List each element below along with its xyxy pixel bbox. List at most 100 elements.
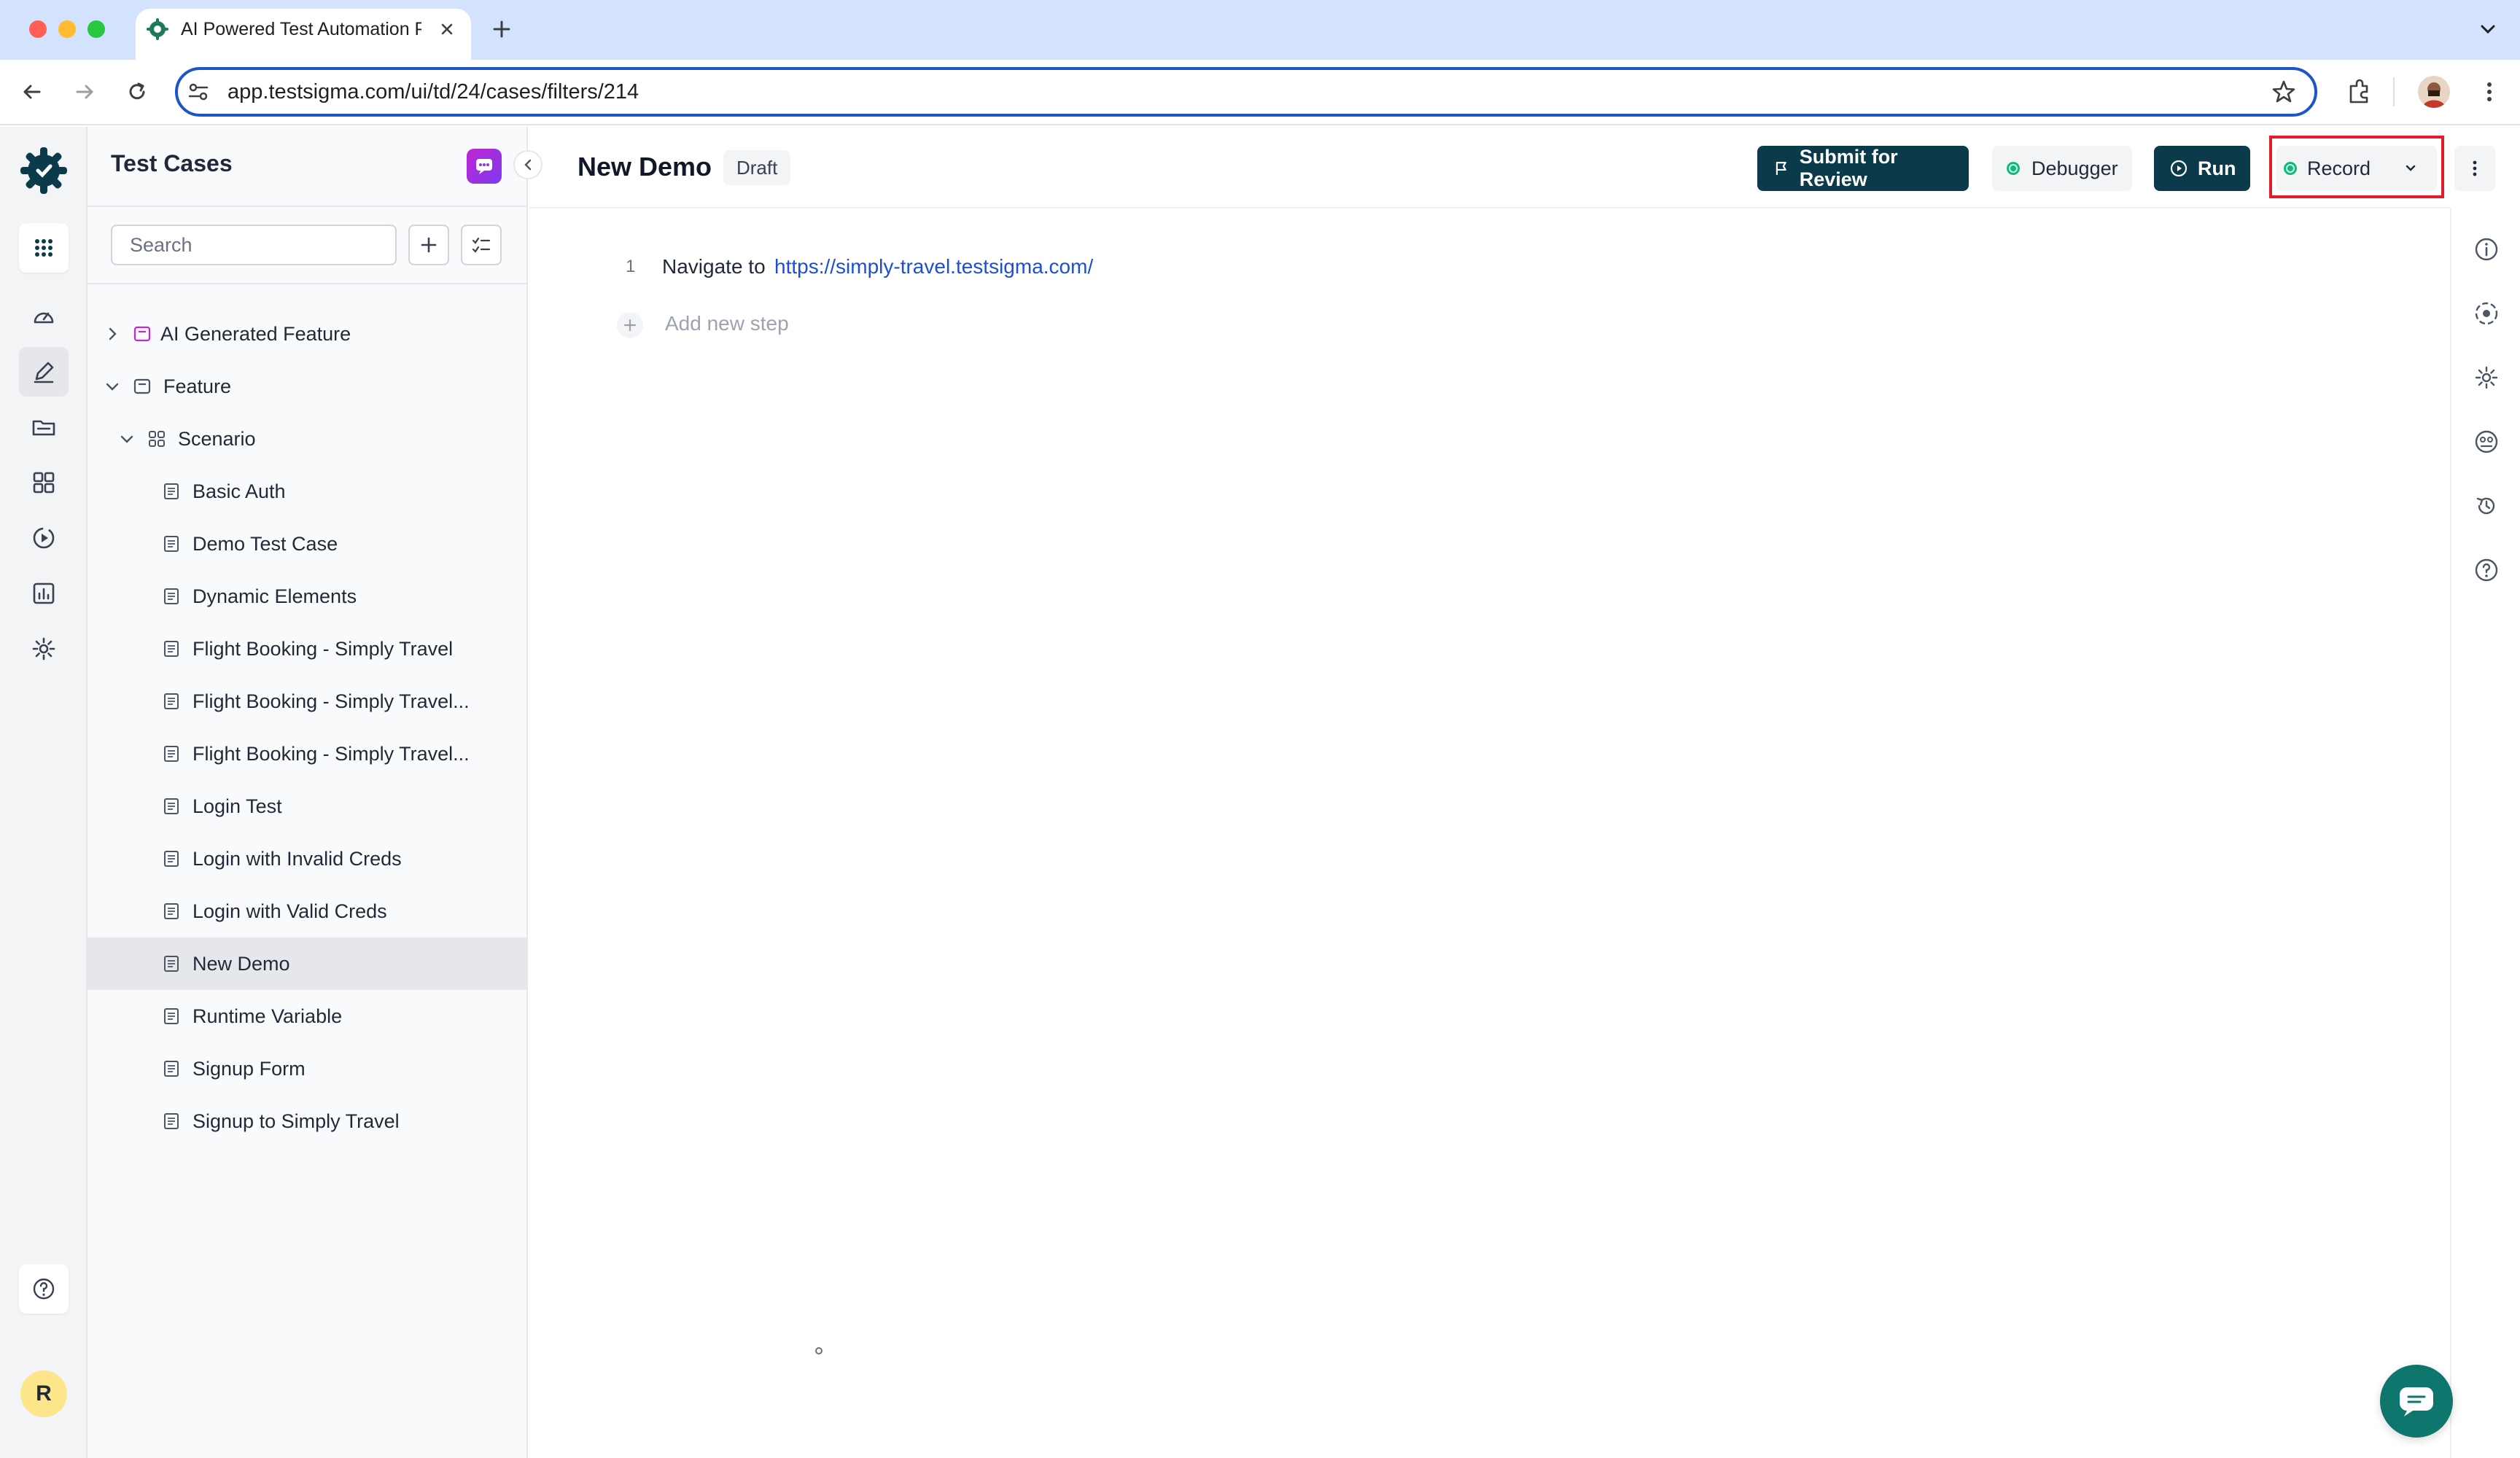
bookmark-star-icon[interactable]: [2269, 77, 2298, 106]
record-label: Record: [2307, 157, 2371, 179]
chevron-down-icon[interactable]: [118, 430, 136, 448]
tree-item-scenario[interactable]: Scenario: [88, 413, 526, 465]
more-options-button[interactable]: [2454, 146, 2495, 191]
test-case-label: Flight Booking - Simply Travel...: [192, 742, 470, 765]
mouse-cursor-indicator: [815, 1347, 822, 1354]
close-tab-icon[interactable]: [436, 18, 458, 40]
panel-title: Test Cases: [111, 150, 233, 176]
history-icon[interactable]: [2473, 493, 2500, 519]
test-case-icon: [164, 851, 179, 867]
apps-grid-icon[interactable]: [19, 223, 69, 273]
url-text: app.testsigma.com/ui/td/24/cases/filters…: [228, 80, 639, 104]
bulk-select-button[interactable]: [461, 225, 502, 265]
test-case-item[interactable]: Login with Valid Creds: [88, 885, 526, 937]
test-case-icon: [164, 693, 179, 709]
test-case-icon: [164, 956, 179, 972]
test-case-item[interactable]: Flight Booking - Simply Travel...: [88, 675, 526, 728]
help-icon[interactable]: [19, 1264, 69, 1314]
dashboard-icon[interactable]: [19, 292, 69, 341]
chevron-down-icon[interactable]: [104, 378, 121, 395]
forward-arrow-icon[interactable]: [70, 77, 99, 106]
test-case-item[interactable]: Signup Form: [88, 1042, 526, 1095]
test-case-icon: [164, 641, 179, 657]
testsigma-logo-icon[interactable]: [19, 146, 69, 195]
test-case-item[interactable]: Flight Booking - Simply Travel: [88, 623, 526, 675]
chat-bubble-icon: [2400, 1387, 2433, 1416]
tree-item-ai-generated-feature[interactable]: AI Generated Feature: [88, 308, 526, 360]
add-step-plus-icon[interactable]: [617, 312, 643, 338]
test-case-title: New Demo: [578, 152, 712, 182]
test-case-icon: [164, 746, 179, 762]
ai-feature-icon: [133, 326, 151, 342]
test-case-item[interactable]: Login with Invalid Creds: [88, 833, 526, 885]
test-case-label: Login Test: [192, 795, 282, 817]
profile-avatar[interactable]: [2418, 76, 2450, 108]
test-development-icon[interactable]: [19, 347, 69, 397]
chevron-right-icon[interactable]: [104, 325, 121, 343]
step-action[interactable]: Navigate to: [662, 255, 766, 278]
user-avatar[interactable]: R: [20, 1371, 67, 1417]
tree-item-feature[interactable]: Feature: [88, 360, 526, 413]
testsigma-favicon-icon: [146, 17, 169, 41]
test-case-item-selected[interactable]: New Demo: [88, 937, 526, 990]
test-case-item[interactable]: Basic Auth: [88, 465, 526, 518]
new-tab-icon[interactable]: [489, 16, 515, 42]
test-data-icon[interactable]: [2473, 429, 2500, 455]
dry-run-icon[interactable]: [2473, 300, 2500, 327]
modules-icon[interactable]: [19, 458, 69, 507]
debugger-button[interactable]: Debugger: [1992, 146, 2132, 191]
run-results-icon[interactable]: [19, 513, 69, 563]
test-case-item[interactable]: Dynamic Elements: [88, 570, 526, 623]
back-arrow-icon[interactable]: [18, 77, 47, 106]
scenario-icon: [149, 431, 165, 447]
test-case-icon: [164, 1113, 179, 1129]
step-target-url[interactable]: https://simply-travel.testsigma.com/: [774, 255, 1093, 278]
tree-item-label: Feature: [163, 375, 232, 397]
extensions-icon[interactable]: [2344, 76, 2376, 108]
toolbar-separator: [2393, 77, 2395, 106]
submit-for-review-label: Submit for Review: [1799, 146, 1898, 190]
test-case-icon: [164, 1061, 179, 1077]
test-case-label: Flight Booking - Simply Travel: [192, 637, 454, 660]
test-case-icon: [164, 903, 179, 919]
tree-item-label: Scenario: [178, 427, 256, 450]
tab-search-chevron-icon[interactable]: [2475, 16, 2501, 42]
settings-gear-icon[interactable]: [19, 624, 69, 674]
run-button[interactable]: Run: [2154, 146, 2250, 191]
help-icon[interactable]: [2473, 557, 2500, 583]
test-case-item[interactable]: Login Test: [88, 780, 526, 833]
test-case-label: Login with Invalid Creds: [192, 847, 402, 870]
kebab-menu-icon: [2473, 160, 2477, 176]
settings-gear-icon[interactable]: [2473, 364, 2500, 391]
chevron-down-icon[interactable]: [2403, 160, 2419, 176]
search-input[interactable]: [111, 225, 397, 265]
test-case-icon: [164, 483, 179, 499]
test-case-label: Dynamic Elements: [192, 585, 357, 607]
chat-support-button[interactable]: [2380, 1365, 2453, 1438]
status-badge: Draft: [723, 150, 791, 185]
tree-item-label: AI Generated Feature: [160, 322, 351, 345]
record-button[interactable]: Record: [2276, 146, 2437, 191]
test-data-folder-icon[interactable]: [19, 402, 69, 452]
test-case-item[interactable]: Flight Booking - Simply Travel...: [88, 728, 526, 780]
maximize-window-button[interactable]: [88, 20, 105, 38]
reload-icon[interactable]: [122, 77, 152, 106]
test-case-icon: [164, 798, 179, 814]
submit-for-review-button[interactable]: Submit for Review: [1757, 146, 1969, 191]
browser-menu-icon[interactable]: [2475, 77, 2504, 106]
reports-icon[interactable]: [19, 569, 69, 618]
test-case-label: Login with Valid Creds: [192, 900, 387, 922]
record-dot-icon: [2284, 162, 2297, 175]
test-case-item[interactable]: Signup to Simply Travel: [88, 1095, 526, 1147]
close-window-button[interactable]: [29, 20, 47, 38]
test-case-item[interactable]: Demo Test Case: [88, 518, 526, 570]
site-settings-icon[interactable]: [187, 80, 210, 104]
info-icon[interactable]: [2473, 236, 2500, 262]
test-case-label: Signup Form: [192, 1057, 306, 1080]
test-case-item[interactable]: Runtime Variable: [88, 990, 526, 1042]
test-case-label: Demo Test Case: [192, 532, 338, 555]
add-test-case-button[interactable]: [408, 225, 449, 265]
ai-assistant-icon[interactable]: [467, 149, 502, 184]
add-new-step-input[interactable]: Add new step: [665, 312, 789, 335]
minimize-window-button[interactable]: [58, 20, 76, 38]
